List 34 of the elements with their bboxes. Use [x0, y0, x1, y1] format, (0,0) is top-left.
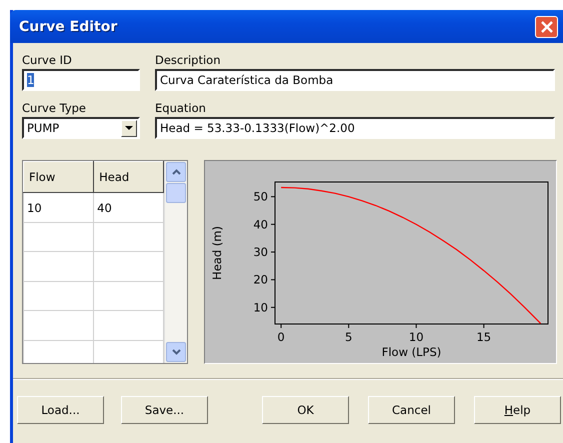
- table-cell[interactable]: 10: [24, 192, 94, 222]
- curve-id-field[interactable]: 1: [22, 69, 140, 91]
- dialog-button[interactable]: Save...: [121, 396, 208, 424]
- close-icon: [540, 20, 554, 34]
- tick-label: 20: [253, 272, 268, 287]
- tick-label: 30: [253, 245, 268, 260]
- field-label: Curve ID: [22, 52, 73, 69]
- tick-label: 5: [345, 330, 352, 344]
- equation-field[interactable]: Head = 53.33-0.1333(Flow)^2.00: [155, 117, 555, 139]
- dialog-button[interactable]: Help: [474, 396, 561, 424]
- dialog-button[interactable]: OK: [262, 396, 349, 424]
- tick-label: 40: [253, 217, 268, 232]
- curve-type-dropdown[interactable]: PUMP: [22, 117, 140, 139]
- field-label: Curve Type: [22, 100, 87, 117]
- description-field[interactable]: Curva Caraterística da Bomba: [155, 69, 555, 91]
- tick-label: 10: [408, 330, 424, 344]
- tick-label: 15: [476, 330, 492, 344]
- field-label: Equation: [155, 100, 207, 117]
- tick-label: 50: [253, 190, 268, 204]
- axis-title: Head (m): [210, 226, 224, 280]
- close-button[interactable]: [535, 16, 558, 38]
- axis-title: Flow (LPS): [382, 345, 442, 359]
- window-title: Curve Editor: [18, 18, 118, 34]
- dialog-button[interactable]: Cancel: [368, 396, 455, 424]
- field-label: Description: [155, 52, 222, 69]
- dialog-button[interactable]: Load...: [17, 396, 104, 424]
- column-header[interactable]: Flow: [24, 162, 94, 193]
- scroll-up-icon[interactable]: [166, 162, 186, 182]
- tick-label: 0: [277, 330, 285, 344]
- scroll-down-icon[interactable]: [166, 342, 186, 362]
- column-header[interactable]: Head: [94, 162, 164, 193]
- scrollbar[interactable]: [164, 161, 187, 363]
- scroll-thumb[interactable]: [166, 183, 186, 203]
- tick-label: 10: [253, 300, 268, 314]
